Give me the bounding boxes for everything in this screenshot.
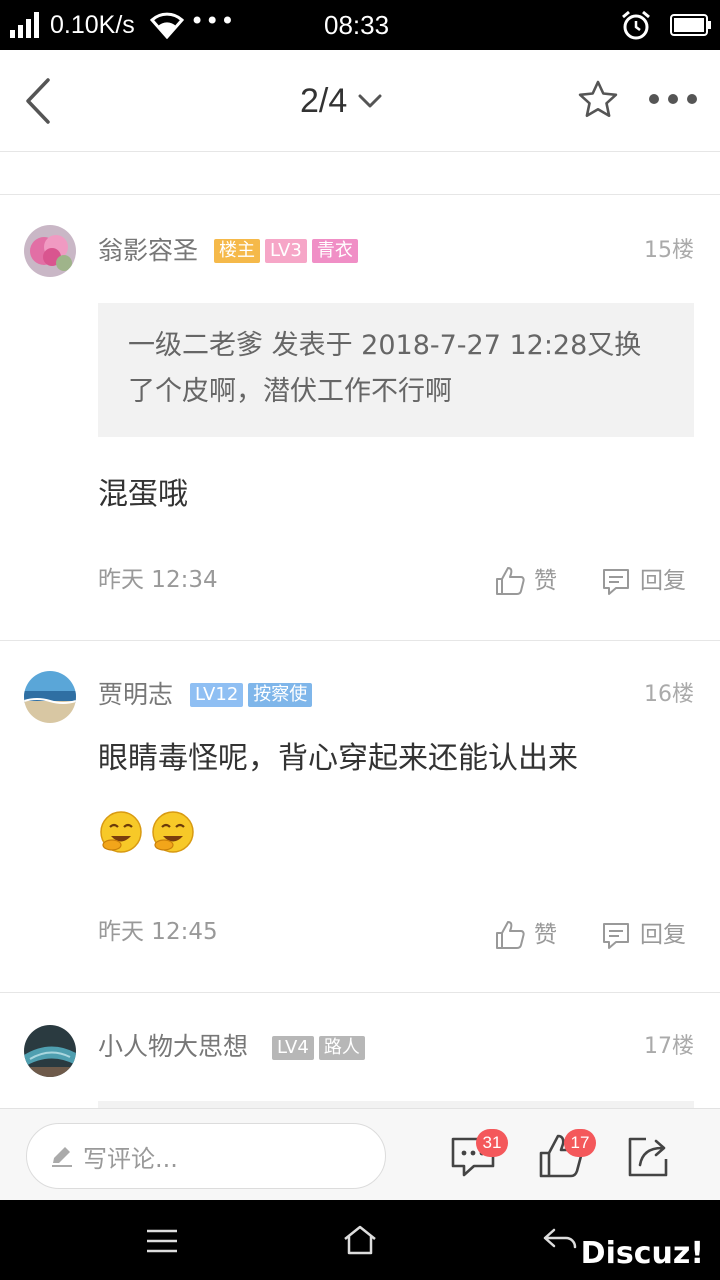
avatar[interactable] [24,671,76,723]
status-bar: 0.10K/s ••• 08:33 [0,0,720,50]
page-selector[interactable]: 2/4 [300,78,383,124]
laughing-emoji-icon [152,811,194,853]
back-arrow-icon[interactable] [20,76,56,126]
floor-number: 17楼 [644,1034,694,1059]
username[interactable]: 翁影容圣 [98,235,198,267]
thumbs-up-icon [496,921,525,949]
wifi-icon [150,12,184,39]
floor-number: 16楼 [644,682,694,707]
comment-count-badge: 31 [476,1129,508,1157]
user-badges: 楼主 LV3 青衣 [214,239,358,263]
post-time: 昨天 12:45 [98,919,218,945]
username[interactable]: 小人物大思想 [98,1031,248,1063]
page-indicator: 2/4 [300,81,348,120]
rank-badge: 青衣 [311,239,358,263]
reply-label: 回复 [640,922,686,948]
like-label: 赞 [534,568,557,594]
avatar[interactable] [24,225,76,277]
owner-badge: 楼主 [214,239,260,263]
floor-number: 15楼 [644,238,694,263]
quote-block [98,1101,694,1108]
avatar[interactable] [24,1025,76,1077]
user-badges: LV4 路人 [272,1036,365,1060]
like-button[interactable]: 赞 [494,565,557,597]
pencil-icon [52,1147,72,1167]
top-navbar: 2/4 [0,50,720,152]
rank-badge: 路人 [318,1036,365,1060]
back-icon[interactable] [542,1226,578,1254]
post-item: 贾明志 LV12 按察使 16楼 眼睛毒怪呢，背心穿起来还能认出来 昨天 12:… [0,641,720,992]
notification-dots: ••• [190,7,236,35]
comment-bar: 写评论... 31 17 [0,1108,720,1200]
reply-label: 回复 [640,568,686,594]
chevron-down-icon [358,94,382,108]
comment-icon [603,569,629,595]
username[interactable]: 贾明志 [98,679,173,711]
favorite-star-icon[interactable] [576,78,620,122]
level-badge: LV3 [265,239,307,263]
share-icon[interactable] [626,1133,672,1179]
rank-badge: 按察使 [248,683,313,707]
like-label: 赞 [534,922,557,948]
comment-placeholder: 写评论... [83,1144,178,1173]
alarm-icon [622,10,650,40]
signal-icon [10,12,39,38]
reply-button[interactable]: 回复 [600,565,686,597]
network-speed: 0.10K/s [50,11,135,39]
quote-block: 一级二老爹 发表于 2018-7-27 12:28又换了个皮啊，潜伏工作不行啊 [98,303,694,437]
level-badge: LV4 [272,1036,314,1060]
post-content: 眼睛毒怪呢，背心穿起来还能认出来 [98,741,578,776]
thumbs-up-icon [496,567,525,595]
reply-button[interactable]: 回复 [600,919,686,951]
watermark: Discuz! [580,1236,704,1271]
clock: 08:33 [324,10,390,40]
user-badges: LV12 按察使 [190,683,313,707]
like-button[interactable]: 赞 [494,919,557,951]
battery-icon [670,14,711,36]
more-options-icon[interactable] [648,88,698,110]
post-item: 小人物大思想 LV4 路人 17楼 [0,993,720,1108]
post-item: 翁影容圣 楼主 LV3 青衣 15楼 一级二老爹 发表于 2018-7-27 1… [0,195,720,640]
comment-input[interactable]: 写评论... [26,1123,386,1189]
post-content: 混蛋哦 [98,477,188,512]
level-badge: LV12 [190,683,244,707]
comment-icon [603,923,629,949]
menu-icon[interactable] [145,1228,179,1254]
like-count-badge: 17 [564,1129,596,1157]
emoji-row [98,809,196,855]
post-time: 昨天 12:34 [98,567,218,593]
home-icon[interactable] [342,1224,378,1256]
laughing-emoji-icon [100,811,142,853]
